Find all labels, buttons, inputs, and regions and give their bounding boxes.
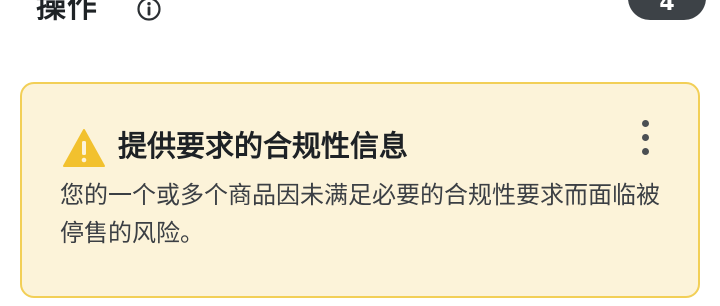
- alert-title: 提供要求的合规性信息: [118, 129, 409, 163]
- actions-panel: 操作 4 提供要求的合规性信息 您的一个或多个商品因未满足必要的合规性要求而面临…: [0, 0, 720, 306]
- warning-icon: [63, 129, 105, 167]
- actions-header: 操作 4: [0, 0, 720, 38]
- alert-description: 您的一个或多个商品因未满足必要的合规性要求而面临被停售的风险。: [60, 181, 660, 247]
- actions-count-badge: 4: [628, 0, 706, 20]
- section-title: 操作: [36, 0, 98, 25]
- info-icon[interactable]: [136, 0, 162, 22]
- compliance-alert-card: 提供要求的合规性信息 您的一个或多个商品因未满足必要的合规性要求而面临被停售的风…: [20, 82, 700, 298]
- more-vertical-icon[interactable]: [632, 118, 660, 158]
